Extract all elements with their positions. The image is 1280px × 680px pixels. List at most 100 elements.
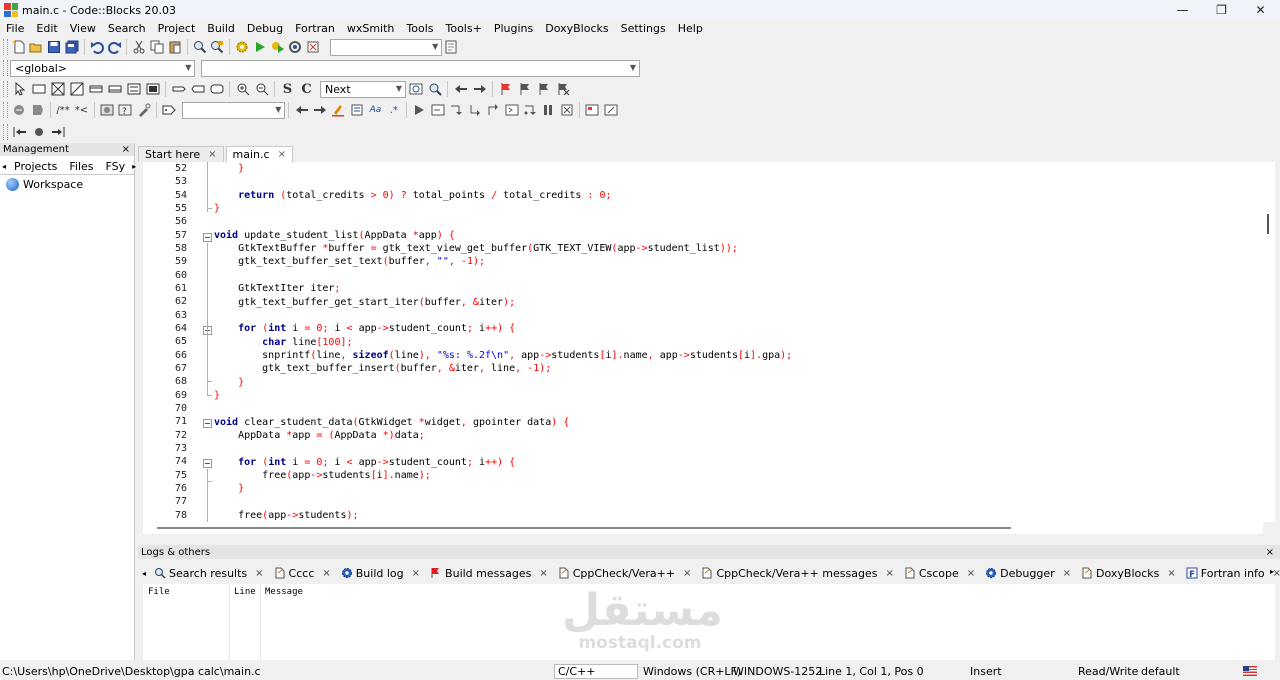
scope-combo[interactable]: <global> ▼: [9, 59, 196, 77]
code-line[interactable]: for (int i = 0; i < app->student_count; …: [214, 457, 515, 468]
function-combo[interactable]: ▼: [201, 59, 640, 77]
log-tab-fortran-info[interactable]: F Fortran info ×: [1182, 564, 1280, 582]
log-tab-close-icon[interactable]: ×: [885, 568, 893, 579]
menu-project[interactable]: Project: [152, 22, 202, 35]
code-line[interactable]: AppData *app = (AppData *)data;: [214, 430, 425, 441]
column-line[interactable]: Line: [234, 587, 256, 597]
run-icon[interactable]: [251, 38, 268, 56]
cut-icon[interactable]: [131, 38, 148, 56]
incremental-search-combo[interactable]: Next ▼: [320, 80, 406, 98]
bookmark-next-icon[interactable]: [535, 80, 553, 98]
code-line[interactable]: gtk_text_buffer_get_start_iter(buffer, &…: [214, 297, 515, 308]
rebuild-icon[interactable]: [287, 38, 304, 56]
code-line[interactable]: gtk_text_buffer_insert(buffer, &iter, li…: [214, 363, 551, 374]
save-icon[interactable]: [46, 38, 63, 56]
new-file-icon[interactable]: [10, 38, 27, 56]
log-tab-close-icon[interactable]: ×: [539, 568, 547, 579]
select-pointer-icon[interactable]: [11, 80, 29, 98]
log-tab-close-icon[interactable]: ×: [967, 568, 975, 579]
arrow-right-icon[interactable]: [311, 101, 328, 119]
arrow-left-icon[interactable]: [293, 101, 310, 119]
find-icon[interactable]: [191, 38, 208, 56]
log-tab-debugger[interactable]: Debugger ×: [981, 564, 1075, 582]
doxy-html-icon[interactable]: [98, 101, 115, 119]
comment-line-icon[interactable]: *<: [73, 101, 90, 119]
management-close-button[interactable]: ×: [122, 144, 130, 155]
menu-settings[interactable]: Settings: [615, 22, 672, 35]
toggle-breakpoint-icon[interactable]: [30, 123, 48, 141]
log-tab-close-icon[interactable]: ×: [1167, 568, 1175, 579]
menu-edit[interactable]: Edit: [30, 22, 63, 35]
code-line[interactable]: free(app->students);: [214, 510, 358, 521]
regex-icon[interactable]: .*: [385, 101, 402, 119]
vertical-scroll-thumb[interactable]: [1267, 214, 1269, 234]
decision-icon[interactable]: [49, 80, 67, 98]
logs-scroll-right-icon[interactable]: ▸: [1270, 567, 1274, 576]
horizontal-scrollbar[interactable]: [143, 522, 1263, 534]
code-line[interactable]: }: [214, 483, 244, 494]
debug-windows-icon[interactable]: [584, 101, 601, 119]
step-instruction-icon[interactable]: [521, 101, 538, 119]
log-tab-cppcheck-vera-messages[interactable]: CppCheck/Vera++ messages ×: [697, 564, 897, 582]
block-icon[interactable]: [125, 80, 143, 98]
menu-view[interactable]: View: [64, 22, 102, 35]
next-instruction-icon[interactable]: [503, 101, 520, 119]
tab-main-c[interactable]: main.c ×: [225, 146, 293, 162]
run-to-cursor-icon[interactable]: [429, 101, 446, 119]
copy-icon[interactable]: [149, 38, 166, 56]
tab-fsymbols[interactable]: FSy: [100, 160, 132, 173]
scroll-right-icon[interactable]: ▸: [131, 162, 137, 171]
build-gear-icon[interactable]: [234, 38, 251, 56]
search-s-icon[interactable]: S: [279, 80, 297, 98]
tab-start-here-close-icon[interactable]: ×: [208, 149, 216, 160]
zoom-out-icon[interactable]: [253, 80, 271, 98]
build-target-combo[interactable]: ▼: [330, 38, 443, 56]
loop-icon[interactable]: [106, 80, 124, 98]
comment-block-icon[interactable]: /**: [54, 101, 71, 119]
fold-marker[interactable]: [203, 419, 212, 428]
log-tab-cccc[interactable]: Cccc ×: [270, 564, 335, 582]
fold-marker[interactable]: [203, 233, 212, 242]
maximize-button[interactable]: ❐: [1202, 0, 1241, 20]
log-tab-cscope[interactable]: Cscope ×: [900, 564, 979, 582]
log-tab-cppcheck-vera-[interactable]: CppCheck/Vera++ ×: [554, 564, 696, 582]
log-tab-build-messages[interactable]: Build messages ×: [426, 564, 552, 582]
logs-scroll-left-icon[interactable]: ◂: [142, 569, 146, 578]
thread-search-combo[interactable]: ▼: [182, 101, 286, 119]
code-line[interactable]: GtkTextIter iter;: [214, 283, 340, 294]
code-line[interactable]: }: [214, 163, 244, 174]
vertical-scrollbar[interactable]: [1263, 162, 1275, 522]
doxy-chm-icon[interactable]: ?: [117, 101, 134, 119]
paste-icon[interactable]: [166, 38, 183, 56]
break-icon[interactable]: [170, 80, 188, 98]
tab-projects[interactable]: Projects: [8, 160, 63, 173]
continue-icon[interactable]: [189, 80, 207, 98]
label-tag-icon[interactable]: [160, 101, 177, 119]
extract-docs-icon[interactable]: [29, 101, 46, 119]
code-line[interactable]: }: [214, 203, 220, 214]
debug-start-icon[interactable]: [411, 101, 428, 119]
save-all-icon[interactable]: [64, 38, 81, 56]
code-line[interactable]: free(app->students[i].name);: [214, 470, 431, 481]
code-line[interactable]: }: [214, 377, 244, 388]
log-tab-build-log[interactable]: Build log ×: [337, 564, 424, 582]
tab-files[interactable]: Files: [63, 160, 99, 173]
match-case-icon[interactable]: Aa: [367, 101, 384, 119]
next-line-icon[interactable]: [447, 101, 464, 119]
code-line[interactable]: return (total_credits > 0) ? total_point…: [214, 190, 611, 201]
jump-forward-icon[interactable]: [471, 80, 489, 98]
undo-icon[interactable]: [88, 38, 105, 56]
column-file[interactable]: File: [148, 587, 170, 597]
fold-marker[interactable]: [203, 459, 212, 468]
minimize-button[interactable]: —: [1163, 0, 1202, 20]
code-line[interactable]: GtkTextBuffer *buffer = gtk_text_view_ge…: [214, 243, 738, 254]
target-dialog-icon[interactable]: [443, 38, 460, 56]
step-into-icon[interactable]: [466, 101, 483, 119]
horizontal-scroll-thumb[interactable]: [157, 527, 1011, 529]
menu-wxsmith[interactable]: wxSmith: [341, 22, 401, 35]
jump-prev-icon[interactable]: [11, 123, 29, 141]
log-tab-search-results[interactable]: Search results ×: [150, 564, 268, 582]
highlight-icon[interactable]: [330, 101, 347, 119]
rectangle-icon[interactable]: [30, 80, 48, 98]
pause-icon[interactable]: [540, 101, 557, 119]
